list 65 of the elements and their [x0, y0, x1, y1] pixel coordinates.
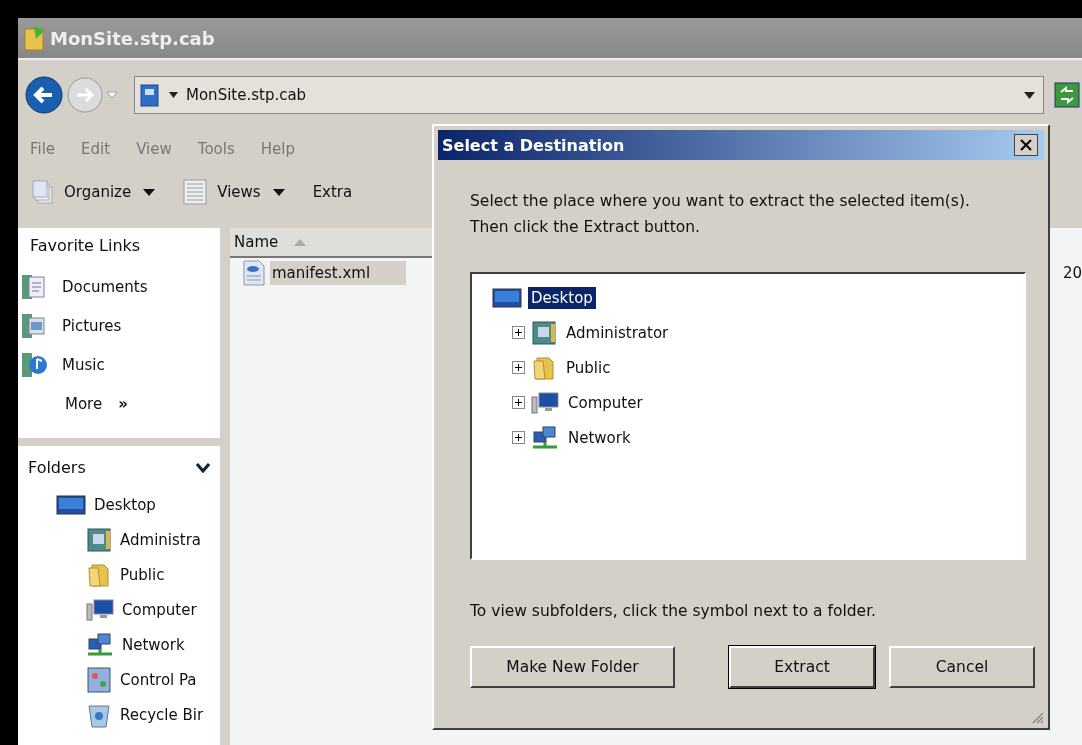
network-icon — [86, 632, 114, 657]
favorite-link[interactable]: Documents — [62, 277, 148, 296]
refresh-button[interactable] — [1054, 82, 1080, 108]
document-icon — [20, 272, 48, 301]
pages-icon — [32, 179, 54, 205]
control-panel-icon — [86, 666, 112, 693]
section-heading: Favorite Links — [29, 236, 142, 255]
more-link[interactable]: More — [65, 394, 103, 413]
caret-icon — [272, 189, 285, 196]
folder-icon — [86, 562, 112, 587]
hint-text: To view subfolders, click the symbol next to a folder. — [470, 602, 878, 620]
folder-tree-item[interactable]: Public — [120, 565, 165, 584]
expand-icon[interactable] — [512, 431, 525, 444]
tree-item[interactable]: Desktop — [528, 286, 596, 309]
monitor-icon — [492, 286, 522, 309]
tree-item[interactable]: Public — [563, 356, 614, 379]
address-bar[interactable]: MonSite.stp.cab — [134, 76, 1044, 114]
expand-icon[interactable] — [512, 361, 525, 374]
computer-icon — [86, 597, 114, 622]
table-cell: 20 — [1062, 264, 1082, 282]
dialog-button[interactable]: Cancel — [889, 646, 1035, 688]
network-icon — [531, 425, 559, 450]
folder-tree-item[interactable]: Recycle Bir — [120, 705, 204, 724]
dropdown-arrow-icon[interactable] — [1024, 91, 1035, 99]
expand-icon[interactable] — [512, 326, 525, 339]
folder-tree-item[interactable]: Control Pa — [120, 670, 197, 689]
dialog-button[interactable]: Make New Folder — [470, 646, 675, 688]
toolbar-button[interactable]: Extra — [312, 183, 353, 201]
dialog-button[interactable]: Extract — [729, 646, 875, 688]
user-folder-icon — [86, 527, 112, 552]
folder-tree-item[interactable]: Computer — [122, 600, 197, 619]
cabinet-icon — [24, 25, 46, 51]
address-path: MonSite.stp.cab — [186, 86, 307, 104]
tree-item[interactable]: Network — [565, 426, 634, 449]
dialog-title: Select a Destination — [442, 135, 625, 155]
folder-tree-item[interactable]: Administra — [120, 530, 202, 549]
tree-item[interactable]: Computer — [565, 391, 646, 414]
back-button[interactable] — [24, 75, 64, 115]
picture-folder-icon — [20, 311, 48, 340]
tree-item[interactable]: Administrator — [563, 321, 672, 344]
xml-file-icon — [242, 260, 266, 286]
cabinet-drive-icon — [139, 82, 161, 108]
close-button[interactable] — [1014, 134, 1038, 156]
list-view-icon — [183, 179, 208, 205]
instructions-text: Select the place where you want to extract the selected item(s). Then click the Extract button. — [470, 191, 971, 238]
toolbar-button[interactable]: Views — [217, 183, 285, 201]
user-folder-icon — [531, 320, 557, 345]
chevron-down-icon[interactable] — [196, 462, 210, 473]
folder-icon — [531, 355, 557, 380]
section-heading: Folders — [28, 458, 86, 477]
monitor-icon — [56, 493, 86, 516]
toolbar-button[interactable]: Organize — [64, 183, 156, 201]
caret-icon — [143, 189, 156, 196]
sort-up-icon — [294, 239, 307, 246]
file-name[interactable]: manifest.xml — [270, 261, 407, 285]
favorite-link[interactable]: Music — [62, 355, 105, 374]
folder-tree-item[interactable]: Desktop — [94, 495, 156, 514]
resize-grip-icon[interactable] — [1030, 710, 1044, 724]
favorite-link[interactable]: Pictures — [62, 316, 122, 335]
caret-icon[interactable] — [169, 92, 178, 98]
expand-icon[interactable] — [512, 396, 525, 409]
window-title: MonSite.stp.cab — [50, 27, 215, 49]
computer-icon — [531, 390, 559, 415]
folder-tree-item[interactable]: Network — [122, 635, 185, 654]
more-chevron[interactable]: » — [118, 394, 128, 413]
